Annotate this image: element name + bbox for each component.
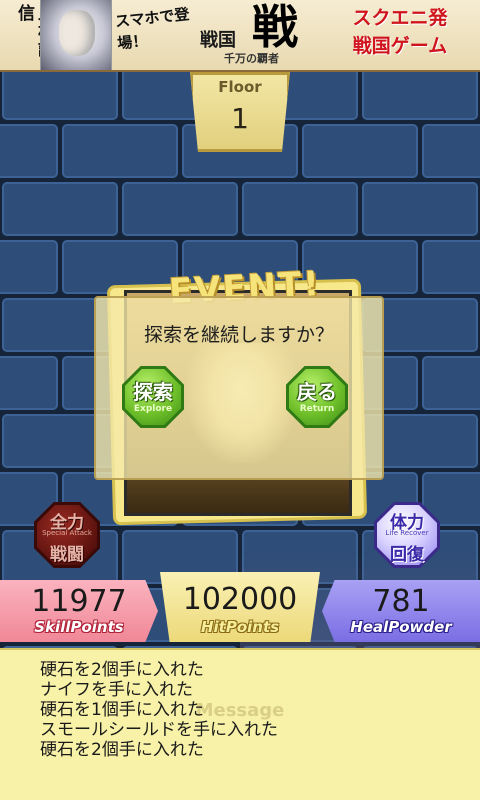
- skill-points-label: SkillPoints: [34, 618, 124, 636]
- banner-catch-copy: スマホで登場！: [114, 5, 191, 53]
- banner-logo: 戦国 戦 千万の覇者: [200, 0, 318, 68]
- message-line: 硬石を1個手に入れた: [40, 700, 204, 720]
- explore-button-sublabel: Explore: [133, 404, 173, 414]
- heal-powder-value: 781: [372, 584, 430, 619]
- ad-banner[interactable]: 上杉謙信 スマホで登場！ 戦国 戦 千万の覇者 スクエニ発 戦国ゲーム: [0, 0, 480, 72]
- banner-tagline-2: 戦国ゲーム: [352, 35, 448, 57]
- hit-points-panel: 102000 HitPoints: [160, 572, 320, 642]
- message-log[interactable]: Message 硬石を2個手に入れた ナイフを手に入れた 硬石を1個手に入れた …: [0, 648, 480, 800]
- dialog-question: 探索を継続しますか？: [143, 324, 334, 346]
- message-line: 硬石を2個手に入れた: [40, 740, 204, 760]
- banner-tagline-1: スクエニ発: [352, 7, 448, 29]
- explore-button-label: 探索: [133, 380, 173, 404]
- wall-brick: [302, 124, 418, 178]
- wall-brick: [0, 356, 58, 410]
- message-lines: 硬石を2個手に入れた ナイフを手に入れた 硬石を1個手に入れた スモールシールド…: [40, 660, 470, 760]
- wall-brick: [0, 240, 58, 294]
- banner-logo-kanji: 戦国: [200, 30, 236, 51]
- wall-brick: [2, 182, 118, 236]
- wall-brick: [422, 240, 480, 294]
- life-recover-label-en: Life Recover: [385, 529, 429, 537]
- wall-brick: [62, 124, 178, 178]
- heal-powder-label: HealPowder: [350, 618, 452, 636]
- wall-brick: [242, 182, 358, 236]
- skill-points-panel: 11977 SkillPoints: [0, 580, 158, 642]
- message-line: ナイフを手に入れた: [40, 680, 193, 700]
- floor-label: Floor: [218, 78, 262, 96]
- wall-brick: [362, 182, 478, 236]
- floor-number: 1: [231, 102, 249, 135]
- skill-points-value: 11977: [31, 584, 127, 619]
- heal-powder-panel: 781 HealPowder: [322, 580, 480, 642]
- floor-indicator: Floor 1: [190, 72, 290, 152]
- wall-brick: [2, 72, 118, 120]
- banner-logo-big: 戦: [252, 0, 298, 54]
- return-button-sublabel: Return: [299, 404, 335, 414]
- wall-brick: [122, 182, 238, 236]
- wall-brick: [422, 356, 480, 410]
- message-line: スモールシールドを手に入れた: [40, 720, 278, 740]
- hit-points-value: 102000: [182, 582, 298, 617]
- hit-points-label: HitPoints: [200, 618, 280, 636]
- special-attack-label-en: Special Attack: [42, 529, 92, 537]
- banner-tagline: スクエニ発 戦国ゲーム: [322, 4, 478, 68]
- wall-brick: [0, 124, 58, 178]
- wall-brick: [362, 72, 478, 120]
- banner-portrait-image: [40, 0, 112, 70]
- return-button-label: 戻る: [297, 380, 337, 404]
- banner-logo-sub: 千万の覇者: [224, 52, 279, 65]
- message-line: 硬石を2個手に入れた: [40, 660, 204, 680]
- wall-brick: [422, 124, 480, 178]
